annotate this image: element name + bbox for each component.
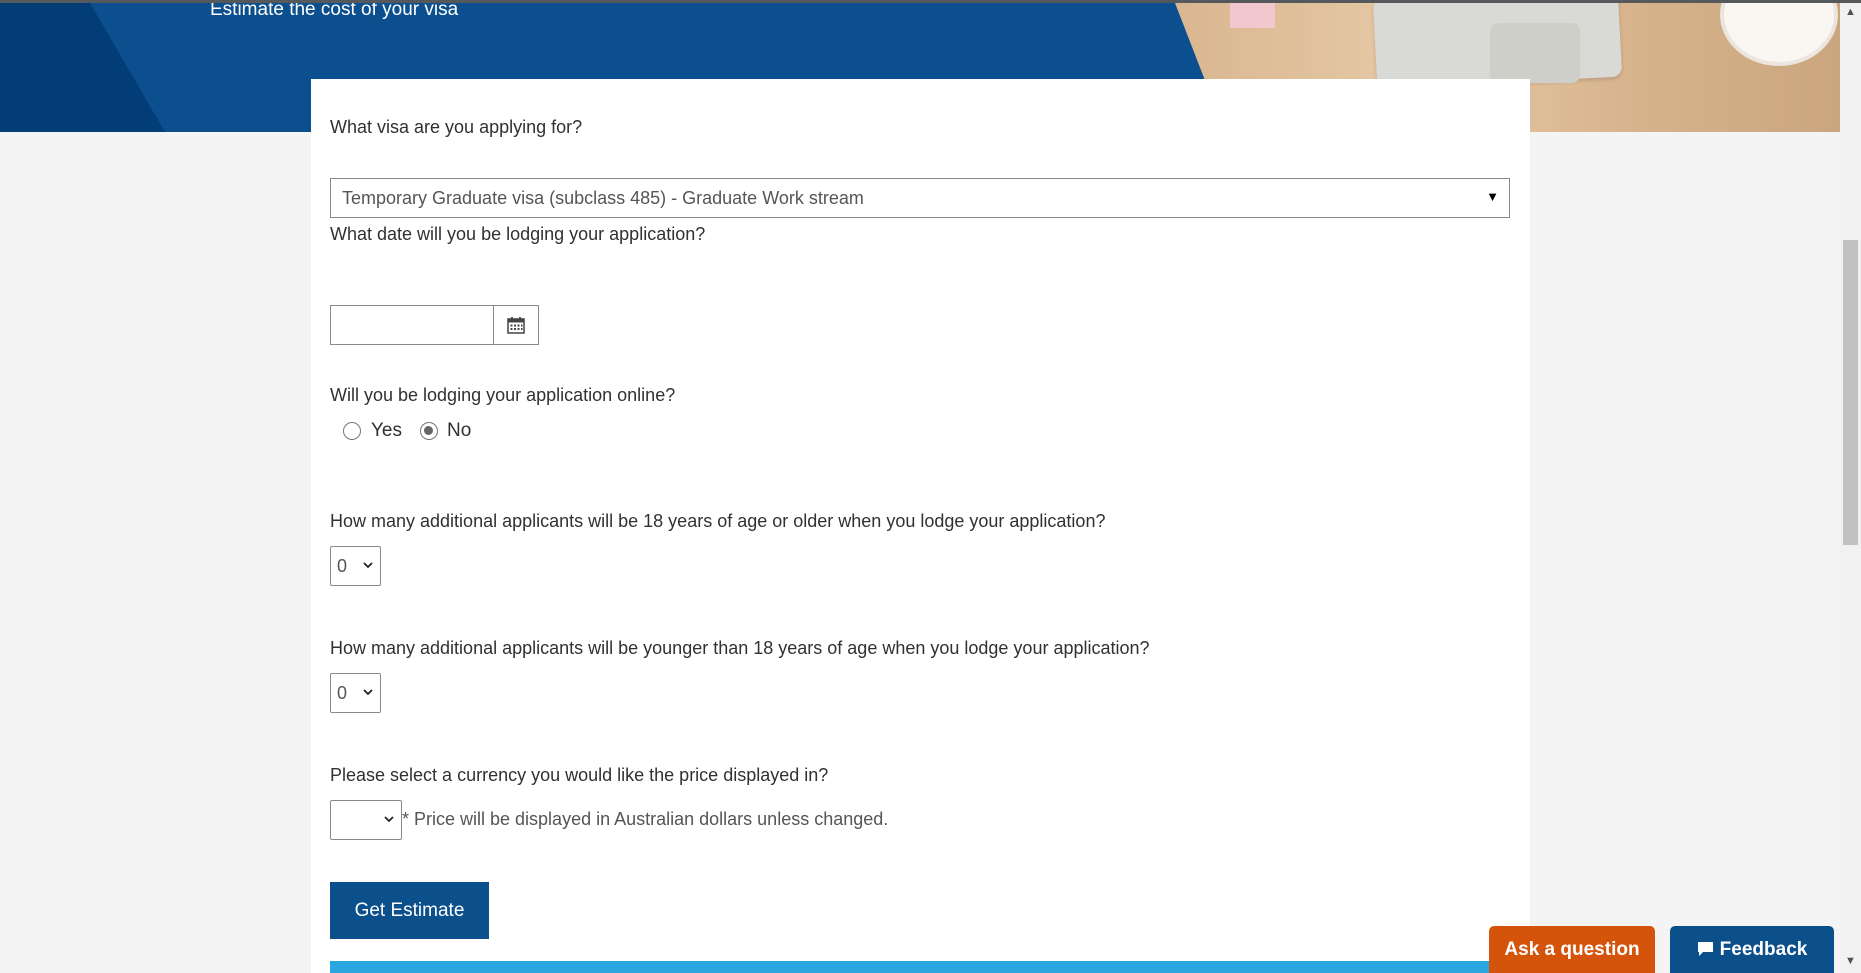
chevron-down-icon [363,562,373,569]
scrollbar-thumb[interactable] [1843,240,1858,545]
chevron-down-icon [384,816,394,823]
adults-count-select[interactable]: 0 [330,546,381,586]
radio-no[interactable] [420,422,438,440]
visa-question-label: What visa are you applying for? [330,117,583,137]
lodge-date-input[interactable] [330,305,494,345]
currency-note: * Price will be displayed in Australian … [402,809,889,829]
children-count-value: 0 [337,683,348,703]
hero-subtitle: Estimate the cost of your visa [210,3,459,20]
radio-yes[interactable] [343,422,361,440]
hero-decoration [0,3,165,132]
hero-photo-object [1230,3,1275,28]
radio-yes-label[interactable]: Yes [371,420,402,442]
date-question-label: What date will you be lodging your appli… [330,224,706,244]
scroll-down-arrow-icon[interactable]: ▼ [1845,955,1856,967]
get-estimate-button[interactable]: Get Estimate [330,882,489,939]
adults-count-value: 0 [337,556,348,576]
ask-question-button[interactable]: Ask a question [1489,926,1655,973]
results-bar [330,961,1530,973]
currency-select[interactable] [330,800,402,840]
estimate-form: What visa are you applying for? Temporar… [311,79,1530,973]
adults-question-label: How many additional applicants will be 1… [330,511,1106,531]
radio-no-label[interactable]: No [447,420,471,442]
online-question-label: Will you be lodging your application onl… [330,385,676,405]
scroll-up-arrow-icon[interactable]: ▲ [1845,6,1856,18]
calendar-button[interactable] [494,305,539,345]
feedback-label: Feedback [1719,938,1808,960]
visa-select[interactable]: Temporary Graduate visa (subclass 485) -… [330,178,1510,218]
calendar-icon [507,317,525,334]
children-question-label: How many additional applicants will be y… [330,638,1150,658]
children-count-select[interactable]: 0 [330,673,381,713]
chat-icon [1697,941,1713,956]
dropdown-arrow-icon: ▼ [1486,189,1499,204]
visa-select-value: Temporary Graduate visa (subclass 485) -… [342,188,864,208]
chevron-down-icon [363,689,373,696]
feedback-button[interactable]: Feedback [1670,926,1834,973]
currency-question-label: Please select a currency you would like … [330,765,829,785]
hero-photo-object [1490,23,1580,83]
